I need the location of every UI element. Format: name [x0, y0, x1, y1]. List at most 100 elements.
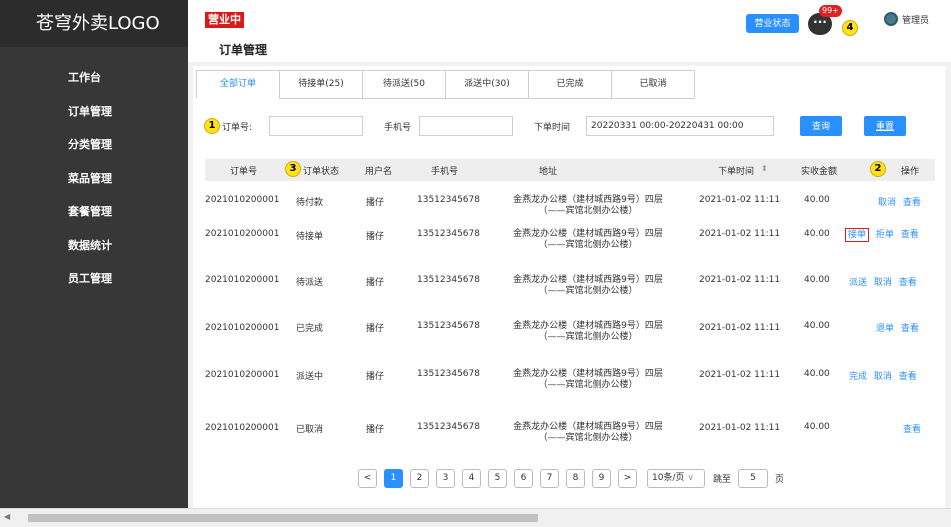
sort-icon[interactable]: ⬍: [761, 164, 768, 173]
shop-status-button[interactable]: 营业状态: [746, 14, 799, 33]
tab-pending-dispatch[interactable]: 待派送(50: [362, 70, 446, 99]
page-1[interactable]: 1: [384, 468, 403, 488]
order-no-label: 订单号:: [222, 123, 253, 133]
page-8[interactable]: 8: [566, 468, 585, 488]
query-button[interactable]: 查询: [800, 116, 842, 136]
prev-page-button[interactable]: <: [358, 468, 377, 488]
order-tabs: 全部订单 待接单(25) 待派送(50 派送中(30) 已完成 已取消: [196, 70, 695, 99]
order-no-input[interactable]: [269, 116, 363, 136]
top-header: 营业中 订单管理 营业状态 ··· 99+ 4 管理员: [188, 0, 951, 62]
sidebar-item-orders[interactable]: 订单管理: [0, 103, 188, 137]
cell-user: 播仔: [366, 324, 385, 334]
cell-phone: 13512345678: [417, 229, 480, 239]
cell-order-time: 2021-01-02 11:11: [699, 370, 781, 380]
cell-address: 金燕龙办公楼（建材城西路9号）四层 （——宾馆北侧办公楼）: [503, 229, 673, 251]
cell-amount: 40.00: [804, 275, 830, 285]
sidebar-item-dishes[interactable]: 菜品管理: [0, 170, 188, 204]
address-line-2: （——宾馆北侧办公楼）: [538, 433, 638, 443]
chevron-down-icon: ∨: [687, 472, 694, 483]
cell-amount: 40.00: [804, 321, 830, 331]
order-time-label: 下单时间: [534, 123, 571, 133]
address-line-1: 金燕龙办公楼（建材城西路9号）四层: [513, 422, 663, 432]
cell-amount: 40.00: [804, 369, 830, 379]
order-time-range-input[interactable]: [586, 116, 774, 136]
page-4[interactable]: 4: [462, 468, 481, 488]
tab-all-orders[interactable]: 全部订单: [196, 70, 280, 99]
tab-pending-accept[interactable]: 待接单(25): [279, 70, 363, 99]
cancel-link[interactable]: 取消: [874, 372, 892, 382]
cell-address: 金燕龙办公楼（建材城西路9号）四层 （——宾馆北侧办公楼）: [503, 275, 673, 297]
cell-address: 金燕龙办公楼（建材城西路9号）四层 （——宾馆北侧办公楼）: [503, 195, 673, 217]
page-2[interactable]: 2: [410, 468, 429, 488]
scroll-left-icon[interactable]: ◀: [4, 512, 10, 521]
cell-phone: 13512345678: [417, 195, 480, 205]
view-link[interactable]: 查看: [899, 278, 917, 288]
page-size-value: 10条/页: [652, 472, 685, 483]
refund-link[interactable]: 退单: [876, 324, 894, 334]
accept-order-link[interactable]: 接单: [845, 228, 870, 242]
cancel-link[interactable]: 取消: [874, 278, 892, 288]
row-actions: 派送 取消 查看: [845, 275, 917, 288]
pagination: < 1 2 3 4 5 6 7 8 9 > 10条/页 ∨ 跳至 5 页: [358, 468, 784, 488]
callout-4: 4: [842, 20, 858, 36]
sidebar-item-setmeals[interactable]: 套餐管理: [0, 203, 188, 237]
address-line-2: （——宾馆北侧办公楼）: [538, 240, 638, 250]
page-7[interactable]: 7: [540, 468, 559, 488]
scrollbar-thumb[interactable]: [28, 514, 538, 522]
th-order-no: 订单号: [230, 167, 258, 177]
row-actions: 接单 拒单 查看: [845, 227, 919, 242]
page-size-select[interactable]: 10条/页 ∨: [647, 468, 705, 488]
cell-order-no: 2021010200001: [205, 275, 280, 285]
admin-name[interactable]: 管理员: [902, 13, 929, 26]
address-line-1: 金燕龙办公楼（建材城西路9号）四层: [513, 229, 663, 239]
avatar-icon[interactable]: [884, 12, 898, 26]
page-6[interactable]: 6: [514, 468, 533, 488]
reset-button[interactable]: 重置: [864, 116, 906, 136]
cell-address: 金燕龙办公楼（建材城西路9号）四层 （——宾馆北侧办公楼）: [503, 369, 673, 391]
cell-order-time: 2021-01-02 11:11: [699, 229, 781, 239]
tab-delivering[interactable]: 派送中(30): [445, 70, 529, 99]
page-9[interactable]: 9: [592, 468, 611, 488]
callout-2: 2: [870, 161, 886, 177]
cell-user: 播仔: [366, 232, 385, 242]
sidebar-item-categories[interactable]: 分类管理: [0, 136, 188, 170]
th-ops: 操作: [901, 167, 920, 177]
address-line-1: 金燕龙办公楼（建材城西路9号）四层: [513, 275, 663, 285]
th-order-time: 下单时间: [718, 167, 755, 177]
cell-user: 播仔: [366, 425, 385, 435]
address-line-1: 金燕龙办公楼（建材城西路9号）四层: [513, 195, 663, 205]
jump-page-input[interactable]: 5: [738, 468, 769, 488]
th-phone: 手机号: [431, 167, 459, 177]
sidebar-item-employees[interactable]: 员工管理: [0, 270, 188, 304]
tab-cancelled[interactable]: 已取消: [611, 70, 695, 99]
reject-order-link[interactable]: 拒单: [876, 230, 894, 240]
cancel-link[interactable]: 取消: [878, 198, 896, 208]
cell-order-no: 2021010200001: [205, 195, 280, 205]
status-badge: 营业中: [205, 12, 244, 28]
view-link[interactable]: 查看: [901, 324, 919, 334]
cell-status: 待付款: [296, 198, 324, 208]
tab-completed[interactable]: 已完成: [528, 70, 612, 99]
view-link[interactable]: 查看: [903, 198, 921, 208]
view-link[interactable]: 查看: [899, 372, 917, 382]
horizontal-scrollbar[interactable]: ◀: [0, 508, 951, 527]
complete-link[interactable]: 完成: [849, 372, 867, 382]
row-actions: 完成 取消 查看: [845, 369, 917, 382]
page-5[interactable]: 5: [488, 468, 507, 488]
view-link[interactable]: 查看: [903, 425, 921, 435]
dispatch-link[interactable]: 派送: [849, 278, 867, 288]
sidebar-item-workbench[interactable]: 工作台: [0, 69, 188, 103]
phone-input[interactable]: [419, 116, 513, 136]
th-address: 地址: [539, 167, 558, 177]
th-amount: 实收金额: [801, 167, 838, 177]
table-header: 订单号 订单状态 用户名 手机号 地址 下单时间 ⬍ 实收金额 操作: [205, 159, 935, 181]
main-content: 全部订单 待接单(25) 待派送(50 派送中(30) 已完成 已取消 1 订单…: [188, 62, 951, 508]
view-link[interactable]: 查看: [901, 230, 919, 240]
cell-user: 播仔: [366, 198, 385, 208]
page-3[interactable]: 3: [436, 468, 455, 488]
next-page-button[interactable]: >: [618, 468, 637, 488]
cell-status: 已取消: [296, 425, 324, 435]
cell-phone: 13512345678: [417, 369, 480, 379]
cell-address: 金燕龙办公楼（建材城西路9号）四层 （——宾馆北侧办公楼）: [503, 422, 673, 444]
sidebar-item-statistics[interactable]: 数据统计: [0, 237, 188, 271]
